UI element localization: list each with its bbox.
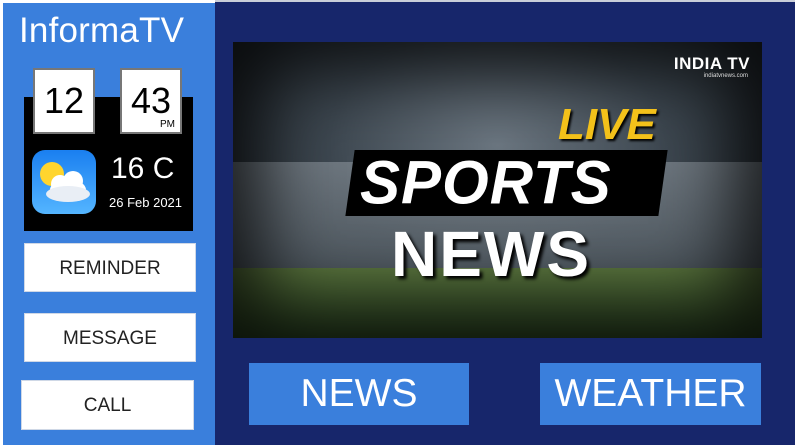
- app-window: InformaTV 12 43 PM 16 C 26 Feb 2021 REMI…: [0, 0, 795, 445]
- temperature: 16 C: [111, 152, 175, 185]
- news-text: NEWS: [391, 218, 591, 290]
- clock-minutes: 43 PM: [120, 68, 182, 134]
- news-button[interactable]: NEWS: [249, 363, 469, 425]
- reminder-button[interactable]: REMINDER: [24, 243, 196, 292]
- message-button[interactable]: MESSAGE: [24, 313, 196, 362]
- clock-hours: 12: [33, 68, 95, 134]
- sports-text: SPORTS: [360, 148, 612, 217]
- channel-logo: INDIA TV: [673, 54, 750, 73]
- clock-ampm: PM: [160, 119, 175, 130]
- channel-logo-url: indiatvnews.com: [703, 73, 748, 79]
- live-text: LIVE: [558, 100, 656, 149]
- partly-cloudy-icon: [32, 150, 96, 214]
- date: 26 Feb 2021: [109, 195, 183, 210]
- app-title: InformaTV: [19, 11, 185, 50]
- call-button[interactable]: CALL: [21, 380, 194, 430]
- video-thumbnail[interactable]: INDIA TV indiatvnews.com LIVE SPORTS NEW…: [233, 42, 762, 338]
- clock-minutes-value: 43: [130, 80, 172, 121]
- weather-button[interactable]: WEATHER: [540, 363, 761, 425]
